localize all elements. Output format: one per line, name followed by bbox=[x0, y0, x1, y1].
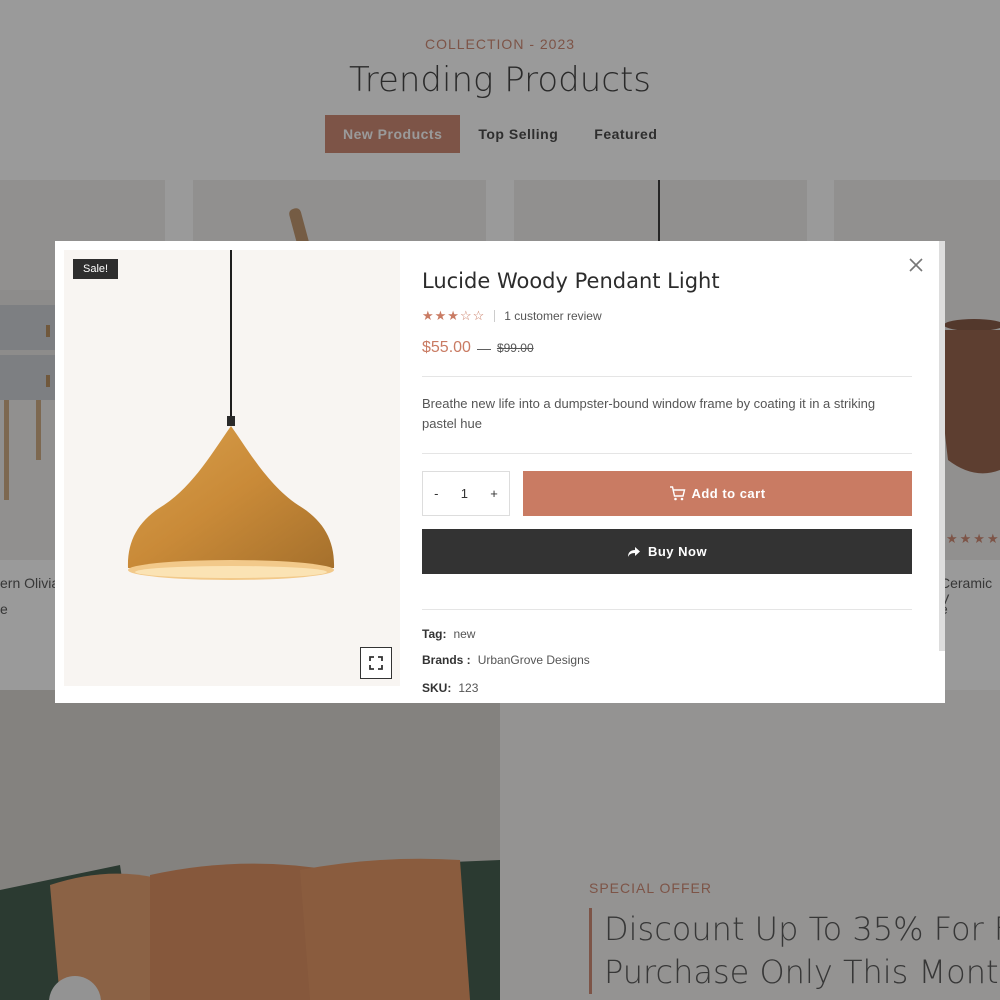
close-modal-button[interactable] bbox=[909, 255, 923, 278]
share-icon bbox=[627, 546, 640, 557]
tag-link[interactable]: new bbox=[453, 627, 475, 641]
modal-scrollbar[interactable] bbox=[939, 241, 945, 651]
product-price: $55.00 — $99.00 bbox=[422, 339, 534, 357]
divider bbox=[422, 376, 912, 377]
cart-icon bbox=[670, 486, 686, 501]
brand-label: Brands : bbox=[422, 653, 471, 667]
sale-price: $55.00 bbox=[422, 339, 471, 356]
divider bbox=[422, 453, 912, 454]
expand-icon bbox=[369, 656, 383, 670]
tag-label: Tag: bbox=[422, 627, 447, 641]
rating-stars: ★★★☆☆ bbox=[422, 308, 486, 323]
review-count-link[interactable]: 1 customer review bbox=[504, 309, 601, 323]
quantity-stepper: - 1 + bbox=[422, 471, 510, 516]
add-to-cart-label: Add to cart bbox=[691, 486, 766, 501]
qty-decrease-button[interactable]: - bbox=[434, 486, 438, 501]
sale-badge: Sale! bbox=[73, 259, 119, 279]
product-tag: Tag: new bbox=[422, 627, 475, 641]
qty-value[interactable]: 1 bbox=[461, 486, 468, 501]
product-title: Lucide Woody Pendant Light bbox=[422, 269, 720, 293]
close-icon bbox=[909, 258, 923, 272]
sku-label: SKU: bbox=[422, 681, 452, 695]
divider bbox=[422, 609, 912, 610]
qty-increase-button[interactable]: + bbox=[490, 486, 498, 501]
divider bbox=[494, 310, 496, 322]
original-price: $99.00 bbox=[496, 341, 534, 355]
price-dash: — bbox=[476, 340, 491, 356]
add-to-cart-button[interactable]: Add to cart bbox=[523, 471, 912, 516]
buy-now-button[interactable]: Buy Now bbox=[422, 529, 912, 574]
product-rating: ★★★☆☆ 1 customer review bbox=[422, 308, 602, 324]
quick-view-modal: Sale! Lucide Woody Pendant Light ★★★☆☆ 1… bbox=[55, 241, 945, 703]
product-brand: Brands : UrbanGrove Designs bbox=[422, 653, 590, 667]
sku-value: 123 bbox=[458, 681, 479, 695]
product-sku: SKU: 123 bbox=[422, 681, 478, 695]
buy-now-label: Buy Now bbox=[647, 544, 708, 559]
expand-image-button[interactable] bbox=[360, 647, 392, 679]
product-image-panel: Sale! bbox=[64, 250, 400, 686]
pendant-light-image bbox=[127, 250, 335, 580]
brand-link[interactable]: UrbanGrove Designs bbox=[478, 653, 590, 667]
product-description: Breathe new life into a dumpster-bound w… bbox=[422, 396, 876, 431]
